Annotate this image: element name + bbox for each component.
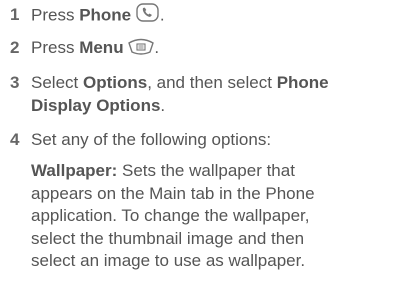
step-4: 4 Set any of the following options:: [10, 128, 408, 151]
step-number: 1: [10, 5, 20, 24]
step-number: 3: [10, 73, 20, 92]
phone-handset-icon: [136, 3, 160, 29]
wallpaper-label: Wallpaper:: [31, 161, 118, 180]
step-1: 1 Press Phone .: [10, 3, 408, 29]
step-number: 2: [10, 38, 20, 57]
menu-label: Menu: [79, 38, 124, 57]
instructions-document: 1 Press Phone . 2 Press Menu . 3 Select …: [0, 0, 411, 294]
menu-key-icon: [128, 37, 155, 61]
step-text: Set any of the following options:: [31, 130, 272, 149]
step-text: Select Options, and then select Phone Dis…: [31, 73, 329, 115]
phone-display-options-label-continued: Display Options: [31, 96, 161, 115]
options-label: Options: [82, 73, 148, 92]
step-text: Press Phone .: [31, 3, 408, 29]
phone-label: Phone: [79, 5, 132, 25]
step-3: 3 Select Options, and then select Phone D…: [10, 71, 408, 117]
phone-display-options-label: Phone: [276, 73, 329, 92]
step-number: 4: [10, 130, 20, 149]
step-text: Press Menu .: [31, 36, 408, 61]
wallpaper-option-description: Wallpaper: Sets the wallpaper that appea…: [31, 161, 315, 271]
step-2: 2 Press Menu .: [10, 36, 408, 61]
